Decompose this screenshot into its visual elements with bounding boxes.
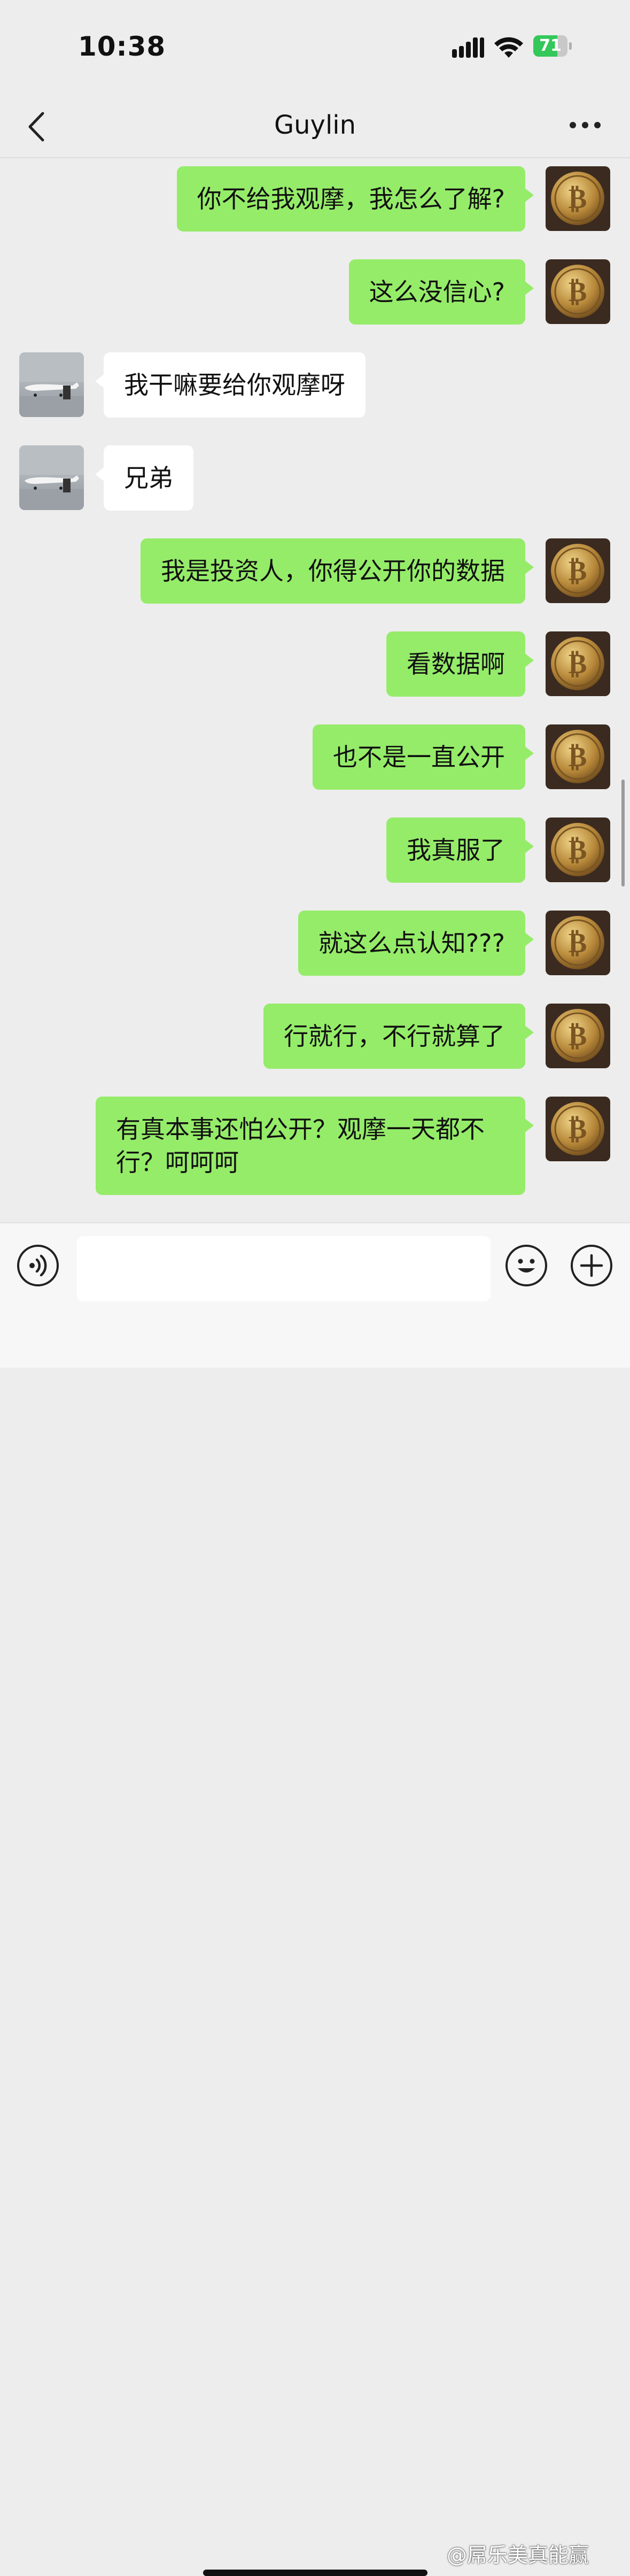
my-avatar[interactable]: ₿	[546, 259, 610, 324]
input-bar: @屌乐美真能赢	[0, 1222, 630, 2576]
scrollbar[interactable]	[621, 780, 625, 886]
my-avatar[interactable]: ₿	[546, 724, 610, 789]
emoji-icon[interactable]	[505, 1245, 547, 1286]
signal-icon	[452, 36, 484, 58]
more-dots-icon[interactable]	[566, 118, 604, 134]
message-bubble[interactable]: 这么没信心?	[348, 259, 534, 325]
my-avatar[interactable]: ₿	[546, 1097, 610, 1161]
contact-avatar[interactable]	[19, 352, 84, 417]
message-bubble[interactable]: 有真本事还怕公开？观摩一天都不行？呵呵呵	[96, 1097, 534, 1195]
coin-avatar-image: ₿	[546, 259, 610, 324]
my-avatar[interactable]: ₿	[546, 1004, 610, 1068]
coin-avatar-image: ₿	[546, 817, 610, 882]
message-bubble[interactable]: 也不是一直公开	[313, 724, 534, 790]
battery-icon: 71	[533, 35, 572, 57]
coin-avatar-image: ₿	[546, 1097, 610, 1161]
message-bubble[interactable]: 行就行，不行就算了	[263, 1004, 534, 1069]
coin-avatar-image: ₿	[546, 911, 610, 975]
my-avatar[interactable]: ₿	[546, 631, 610, 696]
chat-title: Guylin	[274, 110, 356, 140]
message-bubble[interactable]: 兄弟	[95, 445, 193, 511]
svg-text:₿: ₿	[569, 742, 587, 773]
jet-avatar-image	[19, 352, 84, 417]
message-bubble[interactable]: 看数据啊	[386, 631, 534, 697]
message-bubble[interactable]: 就这么点认知???	[298, 911, 534, 976]
message-bubble[interactable]: 你不给我观摩，我怎么了解?	[176, 166, 534, 232]
jet-avatar-image	[19, 445, 84, 510]
svg-text:₿: ₿	[569, 277, 587, 307]
status-time: 10:38	[78, 31, 166, 62]
my-avatar[interactable]: ₿	[546, 538, 610, 603]
svg-text:₿: ₿	[569, 835, 587, 866]
battery-level: 71	[539, 36, 562, 55]
watermark: @屌乐美真能赢	[447, 2543, 589, 2567]
coin-avatar-image: ₿	[546, 538, 610, 603]
chat-header: Guylin	[0, 96, 630, 158]
coin-avatar-image: ₿	[546, 1004, 610, 1068]
svg-text:₿: ₿	[569, 184, 587, 214]
message-bubble[interactable]: 我是投资人，你得公开你的数据	[141, 538, 534, 604]
message-input[interactable]	[77, 1236, 491, 1301]
home-indicator[interactable]	[203, 2570, 427, 2576]
coin-avatar-image: ₿	[546, 724, 610, 789]
svg-text:₿: ₿	[569, 649, 587, 680]
plus-icon[interactable]	[571, 1245, 612, 1286]
wifi-icon	[494, 37, 523, 58]
my-avatar[interactable]: ₿	[546, 166, 610, 231]
svg-text:₿: ₿	[569, 1114, 587, 1145]
my-avatar[interactable]: ₿	[546, 911, 610, 975]
svg-text:₿: ₿	[569, 928, 587, 959]
coin-avatar-image: ₿	[546, 166, 610, 231]
my-avatar[interactable]: ₿	[546, 817, 610, 882]
svg-text:₿: ₿	[569, 556, 587, 587]
contact-avatar[interactable]	[19, 445, 84, 510]
voice-icon[interactable]	[17, 1245, 59, 1286]
svg-text:₿: ₿	[569, 1021, 587, 1052]
message-bubble[interactable]: 我干嘛要给你观摩呀	[95, 352, 365, 418]
message-bubble[interactable]: 我真服了	[386, 817, 534, 883]
coin-avatar-image: ₿	[546, 631, 610, 696]
